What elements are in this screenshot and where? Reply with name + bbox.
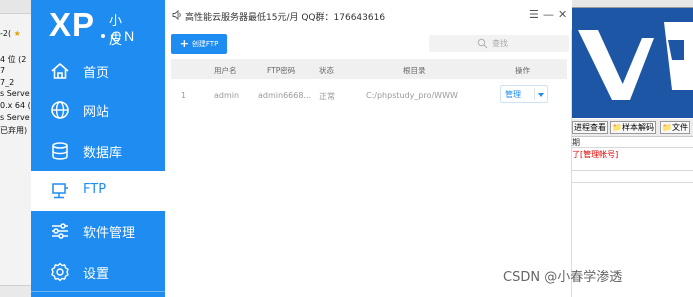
column-header-password: FTP密码 [267,66,296,75]
search-icon [477,38,488,49]
background-text: 0.x 64 ( [0,101,31,110]
sliders-icon [52,223,68,239]
main-panel: 高性能云服务器最低15元/月 QQ群：176643616 ☰ — ✕ + 创建FT… [165,0,572,297]
sidebar-item-software[interactable]: 软件管理 [31,211,165,251]
background-window-left: -2( ★ 4 位 (2 7 7_2 s Serve 0.x 64 ( s Se… [0,0,32,297]
column-header-status: 状态 [319,66,334,75]
globe-icon [51,101,69,119]
row-password: admin6668... [258,91,312,100]
sidebar-item-label: 软件管理 [83,226,136,241]
horizontal-scrollbar[interactable] [0,285,32,297]
manage-dropdown[interactable]: 管理 [500,85,548,103]
sidebar-item-label: 设置 [83,267,110,282]
search-placeholder: 查找 [492,39,508,48]
logo-xp: XP [49,6,96,43]
create-ftp-button[interactable]: + 创建FTP [171,34,227,54]
log-text: 了[管理帐号] [572,150,619,159]
sidebar-item-home[interactable]: 首页 [31,51,165,91]
background-text: s Serve [0,89,30,98]
table-header: 用户名 FTP密码 状态 根目录 操作 [171,59,567,79]
background-text: 4 位 (2 [0,55,27,64]
divider [534,88,535,100]
background-text: s Serve [0,113,30,122]
brand-graphic [572,9,693,118]
sidebar-item-ftp[interactable]: FTP [31,171,165,211]
sample-decode-button[interactable]: 📁样本解码 [610,121,656,134]
row-root: C:/phpstudy_pro/WWW [366,91,458,100]
background-text: 已弃用) [0,126,28,135]
row-index: 1 [181,91,187,100]
background-strip [0,0,32,14]
file-button[interactable]: 📁文件 [660,121,690,134]
background-text: -2( ★ [0,29,21,38]
sidebar-item-label: 数据库 [83,146,123,161]
monitor-icon [52,183,68,199]
announcement-text[interactable]: 高性能云服务器最低15元/月 QQ群：176643616 [185,10,385,23]
manage-button[interactable]: 管理 [505,89,521,100]
sidebar-item-label: 网站 [83,105,110,120]
logo-cn-bottom: CN [111,28,138,44]
grid-label: 期 [572,138,580,147]
background-text: 7 [0,66,6,75]
search-input[interactable]: 查找 [429,35,569,52]
table-row: 1 admin admin6668... 正常 C:/phpstudy_pro/… [171,81,567,109]
sidebar-item-database[interactable]: 数据库 [31,131,165,171]
gear-icon [51,262,69,282]
sidebar-item-label: FTP [83,182,107,197]
plus-icon: + [179,37,189,50]
grid-row: 期 [572,137,693,148]
background-text: 7_2 [0,78,15,87]
column-header-action: 操作 [515,66,530,75]
divider [31,291,165,292]
sidebar: XP 小皮 CN 首页 网站 数据库 FTP 软件管理 设置 [31,0,165,297]
sidebar-item-website[interactable]: 网站 [31,90,165,130]
background-toolbar: 进程查看 📁样本解码 📁文件 [572,119,693,137]
column-header-username: 用户名 [214,66,237,75]
logo-dot [101,34,105,38]
process-view-button[interactable]: 进程查看 [572,121,608,134]
background-image [572,0,693,118]
grid-row [572,160,693,171]
sidebar-item-settings[interactable]: 设置 [31,252,165,292]
background-window-right: 进程查看 📁样本解码 📁文件 期 了[管理帐号] [572,0,693,297]
speaker-icon [172,10,181,20]
sidebar-item-label: 首页 [83,66,110,81]
home-icon [51,63,69,79]
create-ftp-label: 创建FTP [191,40,219,48]
folder-icon: 📁 [662,123,672,132]
database-icon [52,142,68,160]
folder-icon: 📁 [612,123,622,132]
row-username: admin [214,91,240,100]
toolbar: + 创建FTP 查找 [171,34,571,56]
row-status: 正常 [319,92,335,101]
menu-icon[interactable]: ☰ [529,8,539,21]
title-bar: 高性能云服务器最低15元/月 QQ群：176643616 ☰ — ✕ [165,0,572,30]
close-button[interactable]: ✕ [558,8,567,21]
column-header-root: 根目录 [403,66,426,75]
grid-row [572,172,693,183]
watermark: CSDN @小春学渗透 [503,270,623,285]
star-icon: ★ [13,29,21,38]
caret-down-icon[interactable] [538,93,544,97]
minimize-button[interactable]: — [543,8,554,21]
